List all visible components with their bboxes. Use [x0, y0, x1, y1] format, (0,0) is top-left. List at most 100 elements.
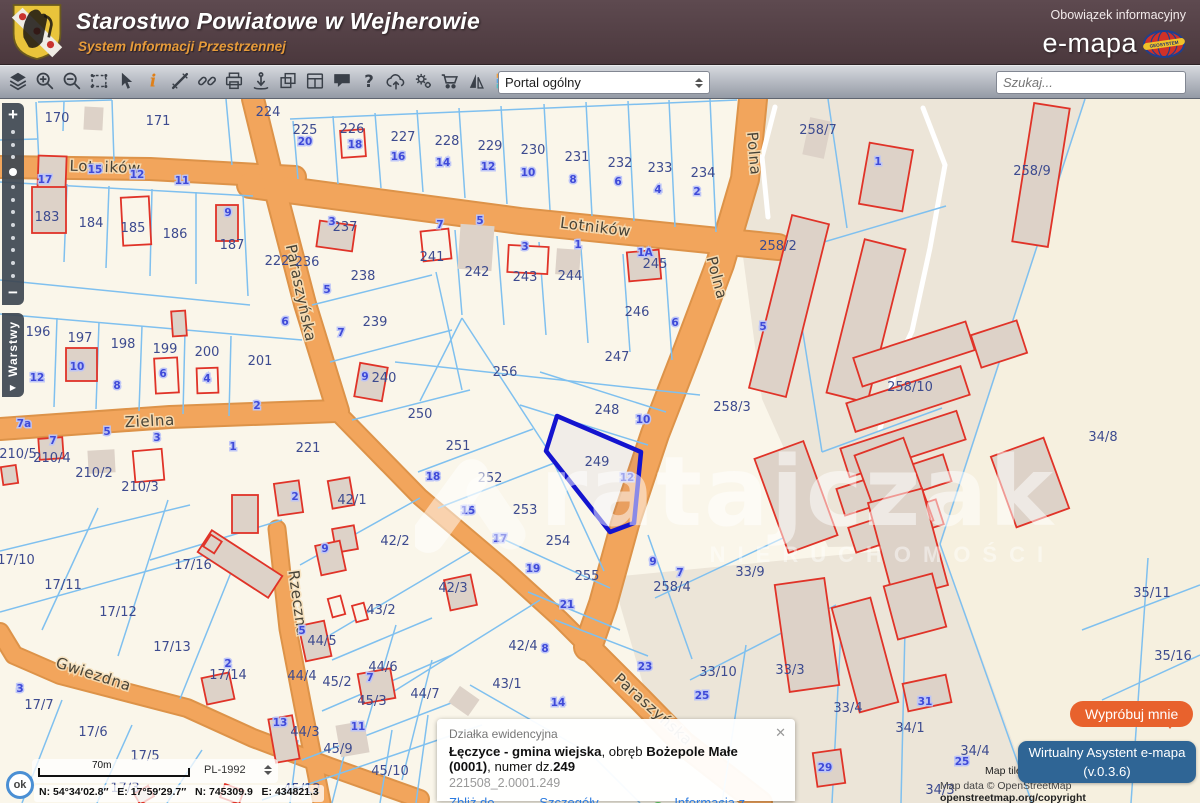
- info-icon: i: [142, 70, 164, 92]
- svg-text:6: 6: [614, 176, 621, 188]
- zoom-in-button[interactable]: +: [2, 103, 24, 127]
- map-area: LotnikówLotnikówParaszyńskaParaszyńskaPo…: [0, 99, 1200, 803]
- zoom-slider-dot[interactable]: [11, 223, 15, 227]
- measure-icon: [169, 70, 191, 92]
- registry-info-link[interactable]: Informacja z ewidencji: [674, 795, 783, 803]
- info-obligation-link[interactable]: Obowiązek informacyjny: [1051, 8, 1186, 22]
- tool-pointer-button[interactable]: [112, 68, 139, 95]
- svg-text:250: 250: [408, 407, 433, 422]
- tool-print-button[interactable]: [220, 68, 247, 95]
- zoom-slider-handle[interactable]: [9, 168, 17, 176]
- svg-text:3: 3: [328, 216, 335, 228]
- zoom-slider-dot[interactable]: [11, 155, 15, 159]
- zoom-slider-dot[interactable]: [11, 210, 15, 214]
- duplicate-icon: [277, 70, 299, 92]
- zoom-slider-dot[interactable]: [11, 248, 15, 252]
- tool-layers-button[interactable]: [4, 68, 31, 95]
- svg-text:17/7: 17/7: [24, 698, 53, 713]
- tool-compass-button[interactable]: [463, 68, 490, 95]
- layers-tab-label: Warstwy: [6, 321, 20, 377]
- svg-text:11: 11: [175, 175, 190, 187]
- tool-duplicate-button[interactable]: [274, 68, 301, 95]
- svg-text:18: 18: [348, 139, 363, 151]
- svg-text:42/4: 42/4: [508, 639, 537, 654]
- crs-select-arrows-icon[interactable]: [264, 765, 272, 775]
- svg-text:251: 251: [446, 439, 471, 454]
- portal-select[interactable]: Portal ogólny: [498, 71, 710, 94]
- tool-help-button[interactable]: ?: [355, 68, 382, 95]
- tool-zoom-out-button[interactable]: [58, 68, 85, 95]
- svg-text:3: 3: [153, 432, 160, 444]
- tool-measure-button[interactable]: [166, 68, 193, 95]
- assistant-cta-bubble[interactable]: Wypróbuj mnie: [1070, 701, 1193, 727]
- layers-tab[interactable]: Warstwy ▶: [2, 313, 24, 397]
- zoom-slider-dot[interactable]: [11, 261, 15, 265]
- zoom-slider-dot[interactable]: [11, 130, 15, 134]
- svg-text:227: 227: [391, 130, 416, 145]
- virtual-assistant-button[interactable]: Wirtualny Asystent e-mapa (v.0.3.6): [1018, 741, 1196, 783]
- svg-text:45/3: 45/3: [357, 694, 386, 709]
- svg-text:249: 249: [585, 455, 610, 470]
- svg-text:258/7: 258/7: [799, 123, 836, 138]
- tool-comment-button[interactable]: [328, 68, 355, 95]
- zoom-in-icon: [34, 70, 56, 92]
- popup-close-icon[interactable]: ✕: [775, 725, 786, 741]
- svg-text:2: 2: [693, 186, 700, 198]
- svg-text:43/1: 43/1: [492, 677, 521, 692]
- tool-cart-button[interactable]: [436, 68, 463, 95]
- svg-text:198: 198: [111, 337, 136, 352]
- svg-text:13: 13: [273, 717, 288, 729]
- svg-text:186: 186: [163, 227, 188, 242]
- tool-info-button[interactable]: i: [139, 68, 166, 95]
- tool-select-area-button[interactable]: [85, 68, 112, 95]
- osm-copyright-link[interactable]: openstreetmap.org/copyright: [940, 792, 1086, 803]
- svg-text:258/3: 258/3: [713, 400, 750, 415]
- zoom-slider[interactable]: [9, 127, 17, 281]
- locate-pin-icon: [250, 70, 272, 92]
- svg-text:5: 5: [759, 321, 766, 333]
- zoom-to-object-link[interactable]: Zbliż do obiektu: [449, 795, 526, 803]
- zoom-slider-dot[interactable]: [11, 185, 15, 189]
- tool-layout-button[interactable]: [301, 68, 328, 95]
- zoom-out-button[interactable]: −: [2, 281, 24, 305]
- svg-text:31: 31: [918, 696, 933, 708]
- crs-select-value[interactable]: PL-1992: [204, 764, 246, 776]
- svg-text:14: 14: [551, 697, 566, 709]
- county-crest-icon: [10, 3, 64, 61]
- map-canvas[interactable]: LotnikówLotnikówParaszyńskaParaszyńskaPo…: [0, 99, 1200, 803]
- tool-settings-button[interactable]: [409, 68, 436, 95]
- svg-text:184: 184: [79, 216, 104, 231]
- popup-title: Łęczyce - gmina wiejska, obręb Bożepole …: [449, 744, 783, 774]
- svg-text:44/3: 44/3: [290, 725, 319, 740]
- svg-text:258/2: 258/2: [759, 239, 796, 254]
- zoom-slider-dot[interactable]: [11, 274, 15, 278]
- page-title: Starostwo Powiatowe w Wejherowie: [76, 8, 480, 35]
- ok-button[interactable]: ok: [6, 771, 34, 799]
- zoom-slider-dot[interactable]: [11, 198, 15, 202]
- tool-zoom-in-button[interactable]: [31, 68, 58, 95]
- search-input[interactable]: [997, 75, 1187, 90]
- zoom-slider-dot[interactable]: [11, 236, 15, 240]
- coordinates-readout: N: 54°34′02.8″ E: 17°59′29.7″ N: 745309.…: [34, 785, 324, 802]
- popup-links: Zbliż do obiektu Szczegóły (I) Inne + In…: [449, 795, 783, 803]
- tool-cloud-upload-button[interactable]: [382, 68, 409, 95]
- cloud-upload-icon: [385, 70, 407, 92]
- svg-text:242: 242: [465, 265, 490, 280]
- zoom-slider-dot[interactable]: [11, 143, 15, 147]
- svg-text:1A: 1A: [637, 247, 653, 259]
- tool-link-button[interactable]: [193, 68, 220, 95]
- scale-label: 70m: [92, 760, 111, 771]
- svg-text:210/3: 210/3: [121, 480, 158, 495]
- svg-text:?: ?: [364, 72, 374, 91]
- cart-icon: [439, 70, 461, 92]
- svg-text:7a: 7a: [17, 418, 31, 430]
- svg-text:15: 15: [88, 164, 103, 176]
- svg-text:258/4: 258/4: [653, 580, 690, 595]
- svg-text:17/12: 17/12: [99, 605, 136, 620]
- svg-text:12: 12: [620, 472, 635, 484]
- tool-locate-pin-button[interactable]: [247, 68, 274, 95]
- svg-text:15: 15: [461, 505, 476, 517]
- details-link[interactable]: Szczegóły (I): [539, 795, 603, 803]
- svg-text:Polna: Polna: [743, 131, 765, 176]
- svg-text:239: 239: [363, 315, 388, 330]
